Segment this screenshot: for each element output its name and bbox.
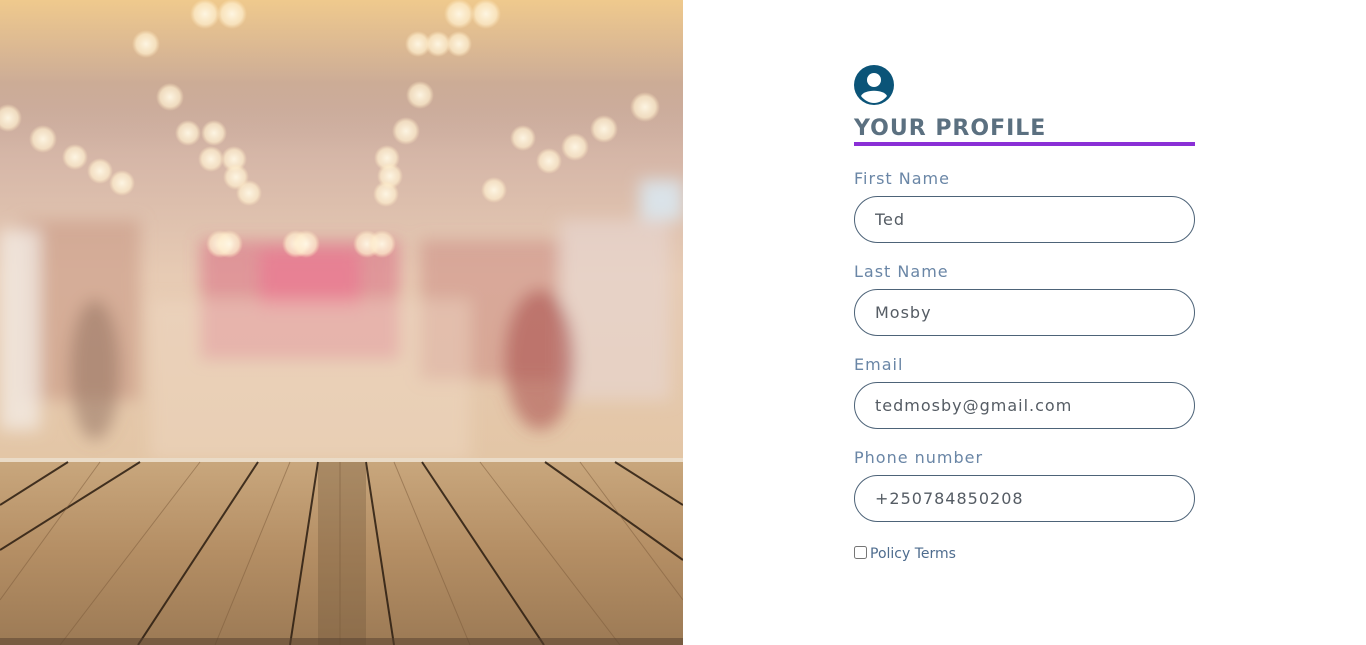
profile-panel: YOUR PROFILE First Name Last Name Email … — [683, 0, 1366, 645]
profile-form: YOUR PROFILE First Name Last Name Email … — [854, 65, 1195, 562]
first-name-field[interactable] — [854, 196, 1195, 243]
policy-terms-label[interactable]: Policy Terms — [870, 546, 956, 562]
policy-terms-checkbox[interactable] — [854, 545, 867, 559]
email-group: Email — [854, 356, 1195, 429]
phone-field[interactable] — [854, 475, 1195, 522]
hero-image — [0, 0, 683, 645]
email-field[interactable] — [854, 382, 1195, 429]
user-circle-icon — [854, 65, 894, 105]
last-name-group: Last Name — [854, 263, 1195, 336]
first-name-group: First Name — [854, 170, 1195, 243]
last-name-field[interactable] — [854, 289, 1195, 336]
last-name-label: Last Name — [854, 262, 949, 281]
email-label: Email — [854, 355, 904, 374]
page-title: YOUR PROFILE — [854, 116, 1195, 146]
policy-terms-row: Policy Terms — [854, 543, 1195, 562]
first-name-label: First Name — [854, 169, 950, 188]
phone-label: Phone number — [854, 448, 984, 467]
phone-group: Phone number — [854, 449, 1195, 522]
